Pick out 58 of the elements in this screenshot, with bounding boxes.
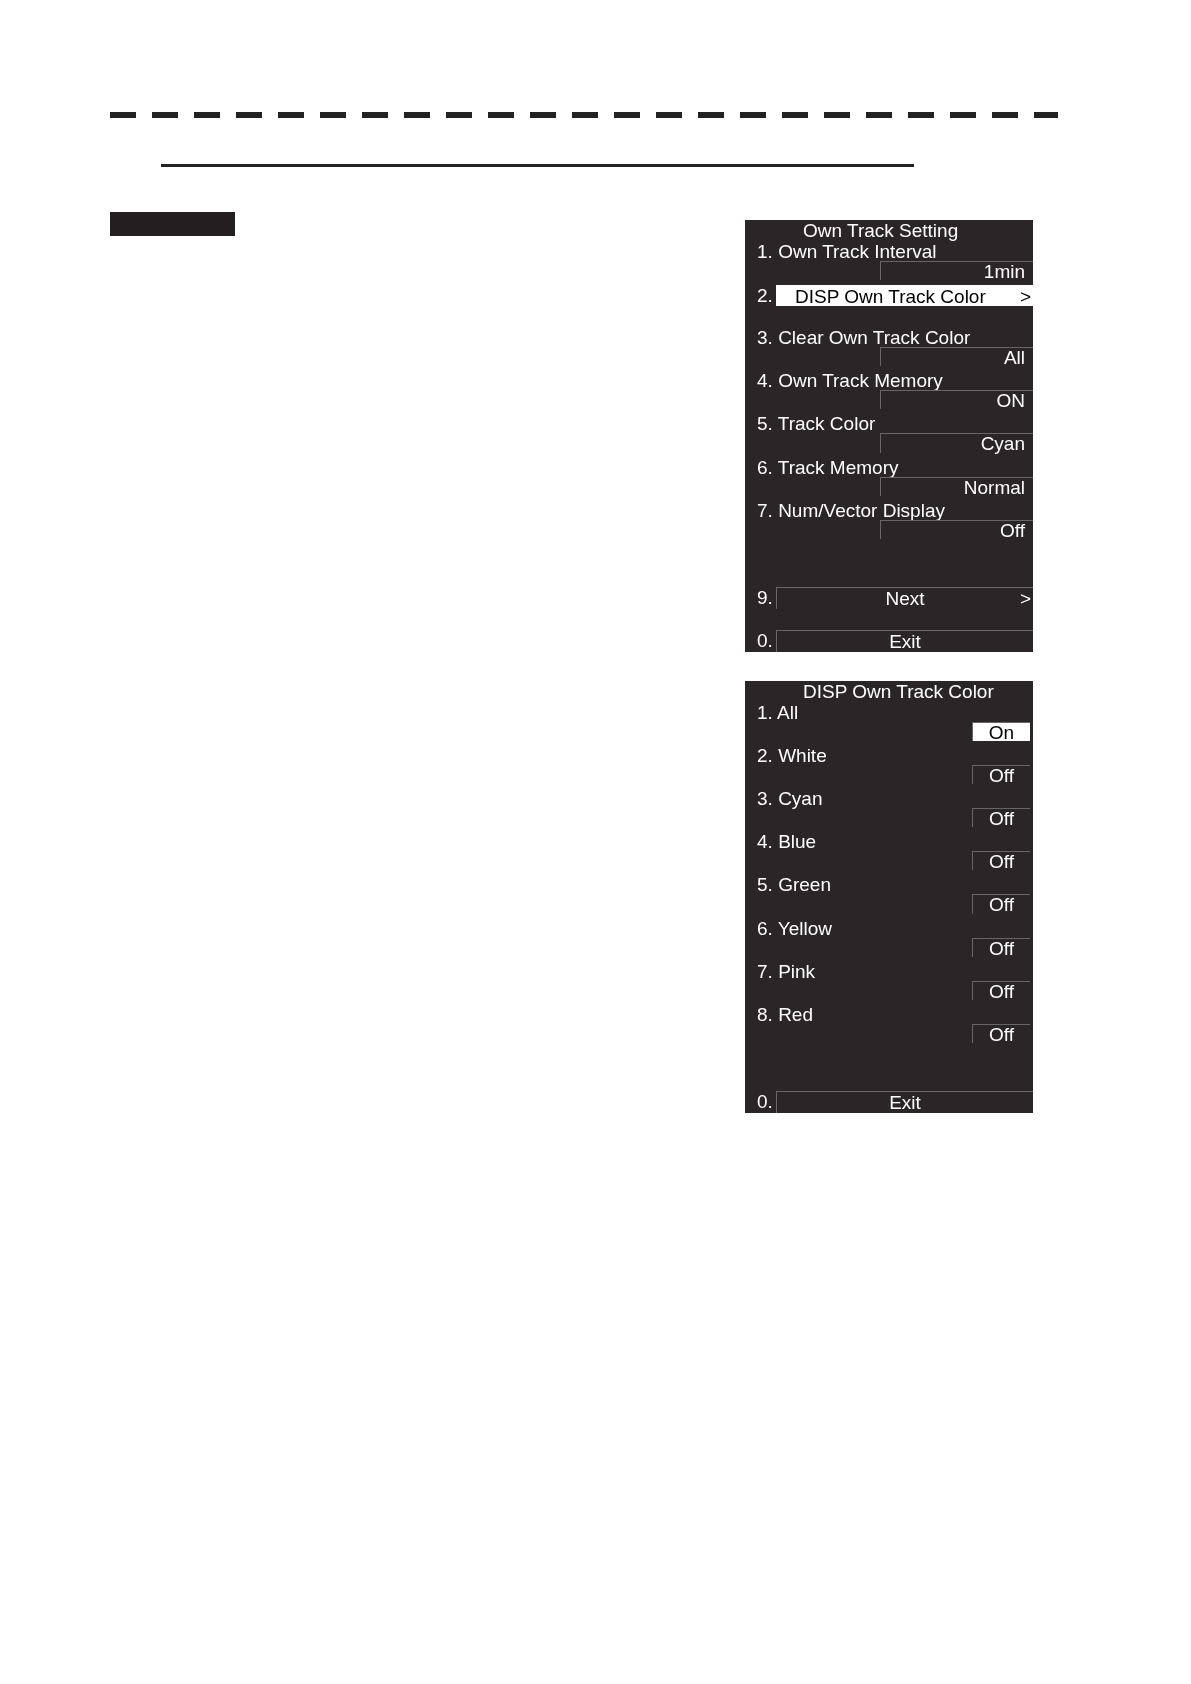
toggle-value[interactable]: Off <box>972 980 1030 1000</box>
item-number: 2. <box>757 744 773 766</box>
menu-item-label: Track Memory <box>777 456 899 478</box>
item-number: 5. <box>757 413 773 435</box>
menu-item[interactable]: 1. Own Track Interval 1min <box>745 241 1033 285</box>
toggle-value[interactable]: Off <box>972 1023 1030 1044</box>
menu-item-label: Blue <box>778 831 817 853</box>
menu-item-label: Yellow <box>777 917 833 939</box>
item-number: 4. <box>757 831 773 853</box>
toggle-value[interactable]: Off <box>972 807 1030 828</box>
menu-title: Own Track Setting <box>802 220 960 242</box>
menu-item-label: Green <box>778 874 831 896</box>
toggle-value[interactable]: Off <box>972 764 1030 784</box>
menu-item[interactable]: 6. Track Memory Normal <box>745 457 1033 501</box>
menu-title: DISP Own Track Color <box>802 681 995 703</box>
menu-item-label: Num/Vector Display <box>778 499 945 521</box>
item-number: 7. <box>757 499 773 521</box>
item-number: 6. <box>757 456 773 478</box>
value-field: ON <box>880 390 1033 410</box>
toggle-value[interactable]: Off <box>972 894 1030 914</box>
value-field: Normal <box>880 476 1033 496</box>
menu-button[interactable]: Exit <box>776 630 1033 652</box>
toggle-value[interactable]: Off <box>972 937 1030 957</box>
menu-item-label: Pink <box>778 960 816 982</box>
item-number: 0. <box>757 630 774 652</box>
item-number: 9. <box>757 587 774 609</box>
item-number: 3. <box>757 787 773 809</box>
menu-item-label: Own Track Memory <box>778 370 943 392</box>
menu-item[interactable]: 4. Own Track Memory ON <box>745 371 1033 415</box>
menu-item[interactable]: 5. Track Color Cyan <box>745 414 1033 458</box>
toggle-value[interactable]: Off <box>972 851 1030 871</box>
item-number: 5. <box>757 874 773 896</box>
menu-item-label: Cyan <box>778 787 823 809</box>
menu-item[interactable]: 7. Num/Vector Display Off <box>745 500 1033 544</box>
menu-item-label: All <box>777 701 799 723</box>
menu-button[interactable]: Exit <box>776 1091 1033 1113</box>
item-number: 3. <box>757 326 773 348</box>
menu-item-label: Own Track Interval <box>778 240 937 262</box>
item-number: 2. <box>757 284 774 307</box>
value-field: All <box>880 346 1033 367</box>
item-number: 4. <box>757 370 773 392</box>
item-number: 0. <box>757 1091 774 1113</box>
menu-item-label: White <box>778 744 827 766</box>
menu-item[interactable]: 3. Clear Own Track Color All <box>745 327 1033 372</box>
item-number: 1. <box>757 701 773 723</box>
menu-button[interactable]: DISP Own Track Color > <box>776 284 1033 307</box>
value-field: 1min <box>880 260 1033 280</box>
menu-item-label: Track Color <box>777 413 876 435</box>
item-number: 6. <box>757 917 773 939</box>
menu-button[interactable]: Next > <box>776 587 1033 609</box>
value-field: Cyan <box>880 433 1033 453</box>
menu-item-label: Clear Own Track Color <box>778 326 971 348</box>
item-number: 7. <box>757 960 773 982</box>
toggle-value[interactable]: On <box>972 721 1030 741</box>
value-field: Off <box>880 519 1033 539</box>
item-number: 1. <box>757 240 773 262</box>
item-number: 8. <box>757 1003 773 1025</box>
menu-item-label: Red <box>778 1003 813 1025</box>
